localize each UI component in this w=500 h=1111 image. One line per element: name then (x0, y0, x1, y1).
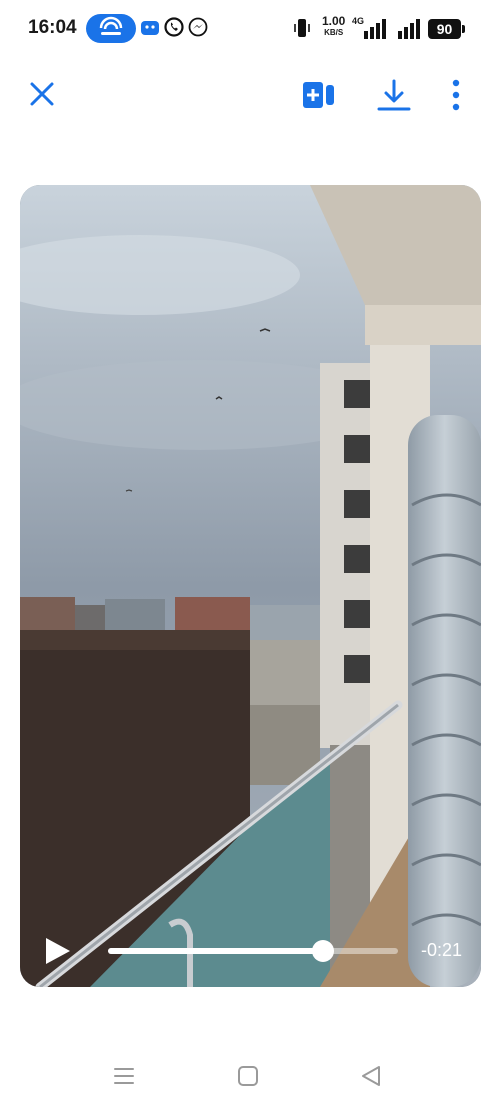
network-speed: 1.00 KB/S (322, 14, 346, 38)
home-icon (238, 1066, 258, 1086)
add-to-story-button[interactable] (302, 80, 336, 115)
add-to-story-icon (303, 82, 334, 108)
seek-bar-progress (108, 948, 323, 954)
network-speed-value: 1.00 (322, 14, 346, 28)
video-player[interactable]: -0:21 (20, 185, 481, 987)
back-icon (362, 1066, 380, 1086)
back-button[interactable] (359, 1064, 383, 1093)
play-icon (46, 938, 70, 964)
android-robot-icon (141, 21, 159, 35)
battery-indicator: 90 (428, 19, 465, 39)
signal-strength-sim2-icon (398, 19, 420, 39)
play-button[interactable] (42, 935, 74, 967)
hotspot-indicator (86, 14, 136, 43)
recents-icon (114, 1068, 134, 1084)
more-options-button[interactable] (446, 78, 466, 117)
remaining-time: -0:21 (421, 940, 463, 960)
download-icon (377, 79, 411, 111)
download-button[interactable] (377, 78, 411, 117)
home-button[interactable] (236, 1064, 260, 1093)
vibrate-icon (294, 19, 310, 37)
recents-button[interactable] (112, 1064, 136, 1093)
seek-bar[interactable] (108, 940, 398, 962)
seek-bar-thumb[interactable] (311, 940, 334, 962)
status-bar: 16:04 1.00 KB/S 4G 90 (0, 0, 500, 58)
clock-time: 16:04 (28, 17, 77, 38)
close-button[interactable] (28, 80, 56, 113)
messenger-icon (188, 17, 208, 37)
close-icon (30, 82, 54, 106)
hotspot-icon (99, 16, 123, 35)
more-vert-icon (452, 79, 460, 111)
network-speed-unit: KB/S (324, 28, 344, 37)
signal-strength-icon (364, 19, 386, 39)
video-frame (20, 185, 481, 987)
battery-level: 90 (436, 21, 453, 37)
whatsapp-icon (164, 17, 184, 37)
